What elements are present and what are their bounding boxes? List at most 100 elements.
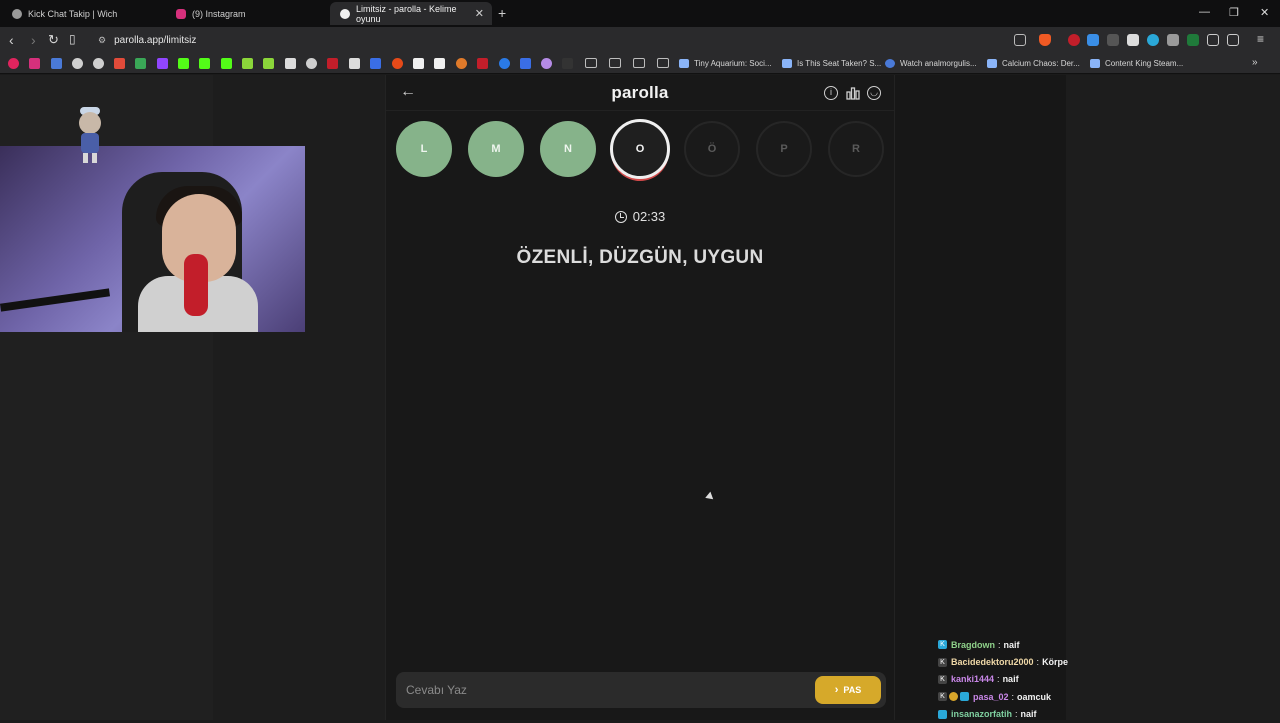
extension-icon[interactable] <box>1147 34 1159 46</box>
kick-icon[interactable] <box>221 58 232 69</box>
chat-text: naif <box>1002 674 1019 685</box>
wallet-icon[interactable] <box>1227 34 1239 46</box>
extension-icon[interactable] <box>1127 34 1139 46</box>
back-icon[interactable]: ‹ <box>9 32 14 48</box>
bookmark-link[interactable]: Calcium Chaos: Der... <box>1002 59 1080 68</box>
parolla-app: ← parolla i ◡ L M N O Ö P R 02:33 ÖZENLİ… <box>385 75 895 720</box>
info-icon[interactable]: i <box>824 86 838 100</box>
kick-icon[interactable] <box>199 58 210 69</box>
stats-icon[interactable] <box>846 86 860 100</box>
tab-instagram[interactable]: (9) Instagram <box>166 2 331 25</box>
menu-icon[interactable]: ≡ <box>1257 32 1264 46</box>
bookmark-favicon-icon[interactable] <box>327 58 338 69</box>
instagram-icon[interactable] <box>29 58 40 69</box>
brave-shield-icon[interactable] <box>1039 34 1051 46</box>
bookmark-link[interactable]: Watch analmorgulis... <box>900 59 977 68</box>
x-icon[interactable] <box>349 58 360 69</box>
bookmark-favicon-icon[interactable] <box>93 58 104 69</box>
extension-icon[interactable] <box>1087 34 1099 46</box>
bookmark-favicon-icon[interactable] <box>242 58 253 69</box>
folder-icon[interactable] <box>633 58 645 68</box>
letter-circle-m: M <box>468 121 524 177</box>
extension-icon[interactable] <box>1107 34 1119 46</box>
bookmark-favicon-icon[interactable] <box>541 58 552 69</box>
reload-icon[interactable]: ↻ <box>48 32 59 48</box>
chat-message: insanazorfatih : naif <box>938 706 1098 723</box>
chat-separator: : <box>997 674 1000 685</box>
translate-icon[interactable] <box>51 58 62 69</box>
steam-icon <box>782 59 792 68</box>
bookmark-favicon-icon[interactable] <box>520 58 531 69</box>
kick-icon[interactable] <box>178 58 189 69</box>
profile-icon[interactable]: ◡ <box>867 86 881 100</box>
letter-circle-r: R <box>828 121 884 177</box>
folder-icon[interactable] <box>585 58 597 68</box>
extension-icon[interactable] <box>1167 34 1179 46</box>
chat-message: K pasa_02 : oamcuk <box>938 688 1098 705</box>
chat-text: Körpe <box>1042 657 1069 668</box>
folder-icon[interactable] <box>609 58 621 68</box>
bookmark-icon[interactable]: ▯ <box>69 32 76 46</box>
chat-text: naif <box>1003 639 1020 650</box>
chat-separator: : <box>1011 691 1015 702</box>
bookmark-favicon-icon[interactable] <box>8 58 19 69</box>
anchor-icon[interactable] <box>285 58 296 69</box>
chevron-right-icon: › <box>834 684 839 696</box>
ublock-icon[interactable] <box>1068 34 1080 46</box>
timer-value: 02:33 <box>632 209 666 224</box>
chat-username: kanki1444 <box>951 674 995 685</box>
close-tab-icon[interactable]: ✕ <box>475 7 484 20</box>
bookmark-favicon-icon[interactable] <box>72 58 83 69</box>
bookmark-favicon-icon[interactable] <box>562 58 573 69</box>
share-icon[interactable] <box>1014 34 1026 46</box>
chat-separator: : <box>998 639 1001 650</box>
steam-icon <box>679 59 689 68</box>
forward-icon[interactable]: › <box>31 32 36 48</box>
url-text: parolla.app/limitsiz <box>114 35 197 46</box>
chat-username: Bragdown <box>951 639 995 650</box>
tab-label: Kick Chat Takip | Wich <box>28 8 118 19</box>
tab-strip: Kick Chat Takip | Wich (9) Instagram Lim… <box>0 0 1280 27</box>
restore-icon[interactable]: ❐ <box>1229 6 1239 19</box>
bookmark-favicon-icon[interactable] <box>499 58 510 69</box>
more-bookmarks-icon[interactable]: » <box>1252 57 1258 68</box>
steam-icon <box>1090 59 1100 68</box>
chat-message: K Bragdown : naif <box>938 636 1098 653</box>
chat-text: oamcuk <box>1017 691 1052 702</box>
brand-title: parolla <box>611 83 669 102</box>
bookmark-favicon-icon[interactable] <box>456 58 467 69</box>
amazon-icon[interactable] <box>434 58 445 69</box>
bookmark-link[interactable]: Is This Seat Taken? S... <box>797 59 881 68</box>
kick-badge-icon: K <box>938 657 947 667</box>
gmail-icon[interactable] <box>114 58 125 69</box>
bookmark-link[interactable]: Content King Steam... <box>1105 59 1183 68</box>
extensions-puzzle-icon[interactable] <box>1207 34 1219 46</box>
answer-input[interactable] <box>406 680 786 700</box>
site-info-icon[interactable]: ⚙ <box>98 35 106 46</box>
bookmark-favicon-icon[interactable] <box>477 58 488 69</box>
tab-parolla[interactable]: Limitsiz - parolla - Kelime oyunu ✕ <box>330 2 492 25</box>
clue-text: ÖZENLİ, DÜZGÜN, UYGUN <box>516 247 764 268</box>
letter-circle-o-current: O <box>610 119 670 179</box>
bookmark-favicon-icon[interactable] <box>370 58 381 69</box>
parolla-favicon-icon <box>340 8 350 19</box>
bookmark-favicon-icon[interactable] <box>263 58 274 69</box>
bookmark-link[interactable]: Tiny Aquarium: Soci... <box>694 59 772 68</box>
drive-icon[interactable] <box>135 58 146 69</box>
pass-button[interactable]: › PAS <box>815 676 881 704</box>
twitch-icon[interactable] <box>157 58 168 69</box>
excel-icon[interactable] <box>1187 34 1199 46</box>
tab-kick-chat[interactable]: Kick Chat Takip | Wich <box>2 2 170 25</box>
new-tab-icon[interactable]: + <box>498 5 506 21</box>
bookmark-favicon-icon[interactable] <box>306 58 317 69</box>
bookmark-favicon-icon[interactable] <box>413 58 424 69</box>
minimize-icon[interactable]: — <box>1199 6 1210 18</box>
address-bar[interactable]: ⚙ parolla.app/limitsiz <box>88 30 1038 51</box>
chat-message: K kanki1444 : naif <box>938 671 1098 688</box>
gift-badge-icon <box>960 692 969 702</box>
subscriber-badge-icon <box>949 692 958 702</box>
close-window-icon[interactable]: ✕ <box>1260 6 1269 19</box>
reddit-icon[interactable] <box>392 58 403 69</box>
folder-icon[interactable] <box>657 58 669 68</box>
answer-bar: › PAS <box>396 672 886 708</box>
